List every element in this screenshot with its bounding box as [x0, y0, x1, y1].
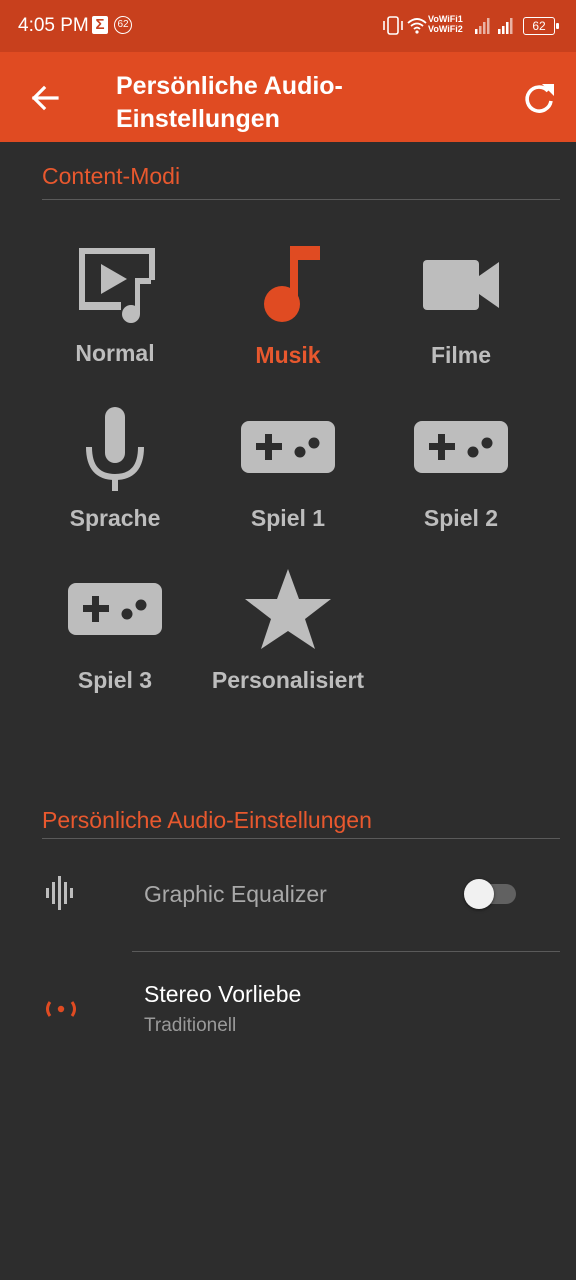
notification-badge: 62	[114, 16, 132, 34]
mode-filme[interactable]: Filme	[375, 242, 547, 370]
signal-1-icon	[475, 18, 490, 34]
mode-label: Normal	[75, 340, 155, 366]
stereo-icon	[46, 1001, 76, 1017]
battery-indicator: 62	[523, 17, 559, 35]
mode-label: Spiel 2	[423, 505, 499, 531]
star-icon	[245, 569, 331, 649]
gamepad-icon	[414, 421, 508, 473]
mode-spiel-2[interactable]: Spiel 2	[375, 405, 547, 533]
personal-audio-header: Persönliche Audio-Einstellungen	[42, 807, 372, 833]
personal-audio-divider	[42, 838, 560, 839]
stereo-value: Traditionell	[144, 1015, 237, 1036]
video-music-icon	[79, 248, 155, 323]
gamepad-icon	[241, 421, 335, 473]
music-note-icon	[264, 246, 320, 322]
mode-sprache[interactable]: Sprache	[29, 405, 201, 533]
video-camera-icon	[423, 260, 499, 310]
vowifi-2-label: VoWiFi2	[428, 24, 463, 34]
mode-label: Musik	[255, 342, 321, 368]
vibrate-icon	[383, 16, 403, 35]
stereo-title: Stereo Vorliebe	[144, 981, 302, 1007]
mode-spiel-3[interactable]: Spiel 3	[29, 567, 201, 695]
content-modes-header: Content-Modi	[42, 163, 181, 189]
vowifi-indicator: VoWiFi1 VoWiFi2	[428, 14, 463, 34]
equalizer-icon	[46, 876, 73, 910]
status-time: 4:05 PM	[18, 15, 89, 36]
refresh-icon[interactable]	[516, 76, 562, 122]
app-bar: Persönliche Audio-Einstellungen	[0, 52, 576, 142]
toggle-thumb	[464, 879, 494, 909]
equalizer-title: Graphic Equalizer	[144, 881, 327, 907]
mode-personalisiert[interactable]: Personalisiert	[202, 567, 374, 695]
gamepad-icon	[68, 583, 162, 635]
arrow-back-icon[interactable]	[22, 76, 68, 122]
page-title: Persönliche Audio-Einstellungen	[116, 72, 343, 133]
vowifi-1-label: VoWiFi1	[428, 14, 463, 24]
mode-label: Personalisiert	[211, 667, 365, 693]
status-bar: 4:05 PM Σ 62 VoWiFi1 VoWiFi2 62	[0, 0, 576, 52]
mode-label: Filme	[430, 342, 492, 368]
mode-label: Sprache	[69, 505, 161, 531]
wifi-icon	[407, 18, 427, 34]
settings-divider	[132, 951, 560, 952]
mode-label: Spiel 3	[77, 667, 153, 693]
sigma-notification-icon: Σ	[92, 16, 108, 34]
equalizer-toggle[interactable]	[464, 879, 518, 909]
mode-musik[interactable]: Musik	[202, 242, 374, 370]
mode-spiel-1[interactable]: Spiel 1	[202, 405, 374, 533]
mode-normal[interactable]: Normal	[29, 240, 201, 368]
signal-2-icon	[498, 18, 513, 34]
microphone-icon	[86, 407, 144, 491]
mode-label: Spiel 1	[250, 505, 326, 531]
content-modes-divider	[42, 199, 560, 200]
